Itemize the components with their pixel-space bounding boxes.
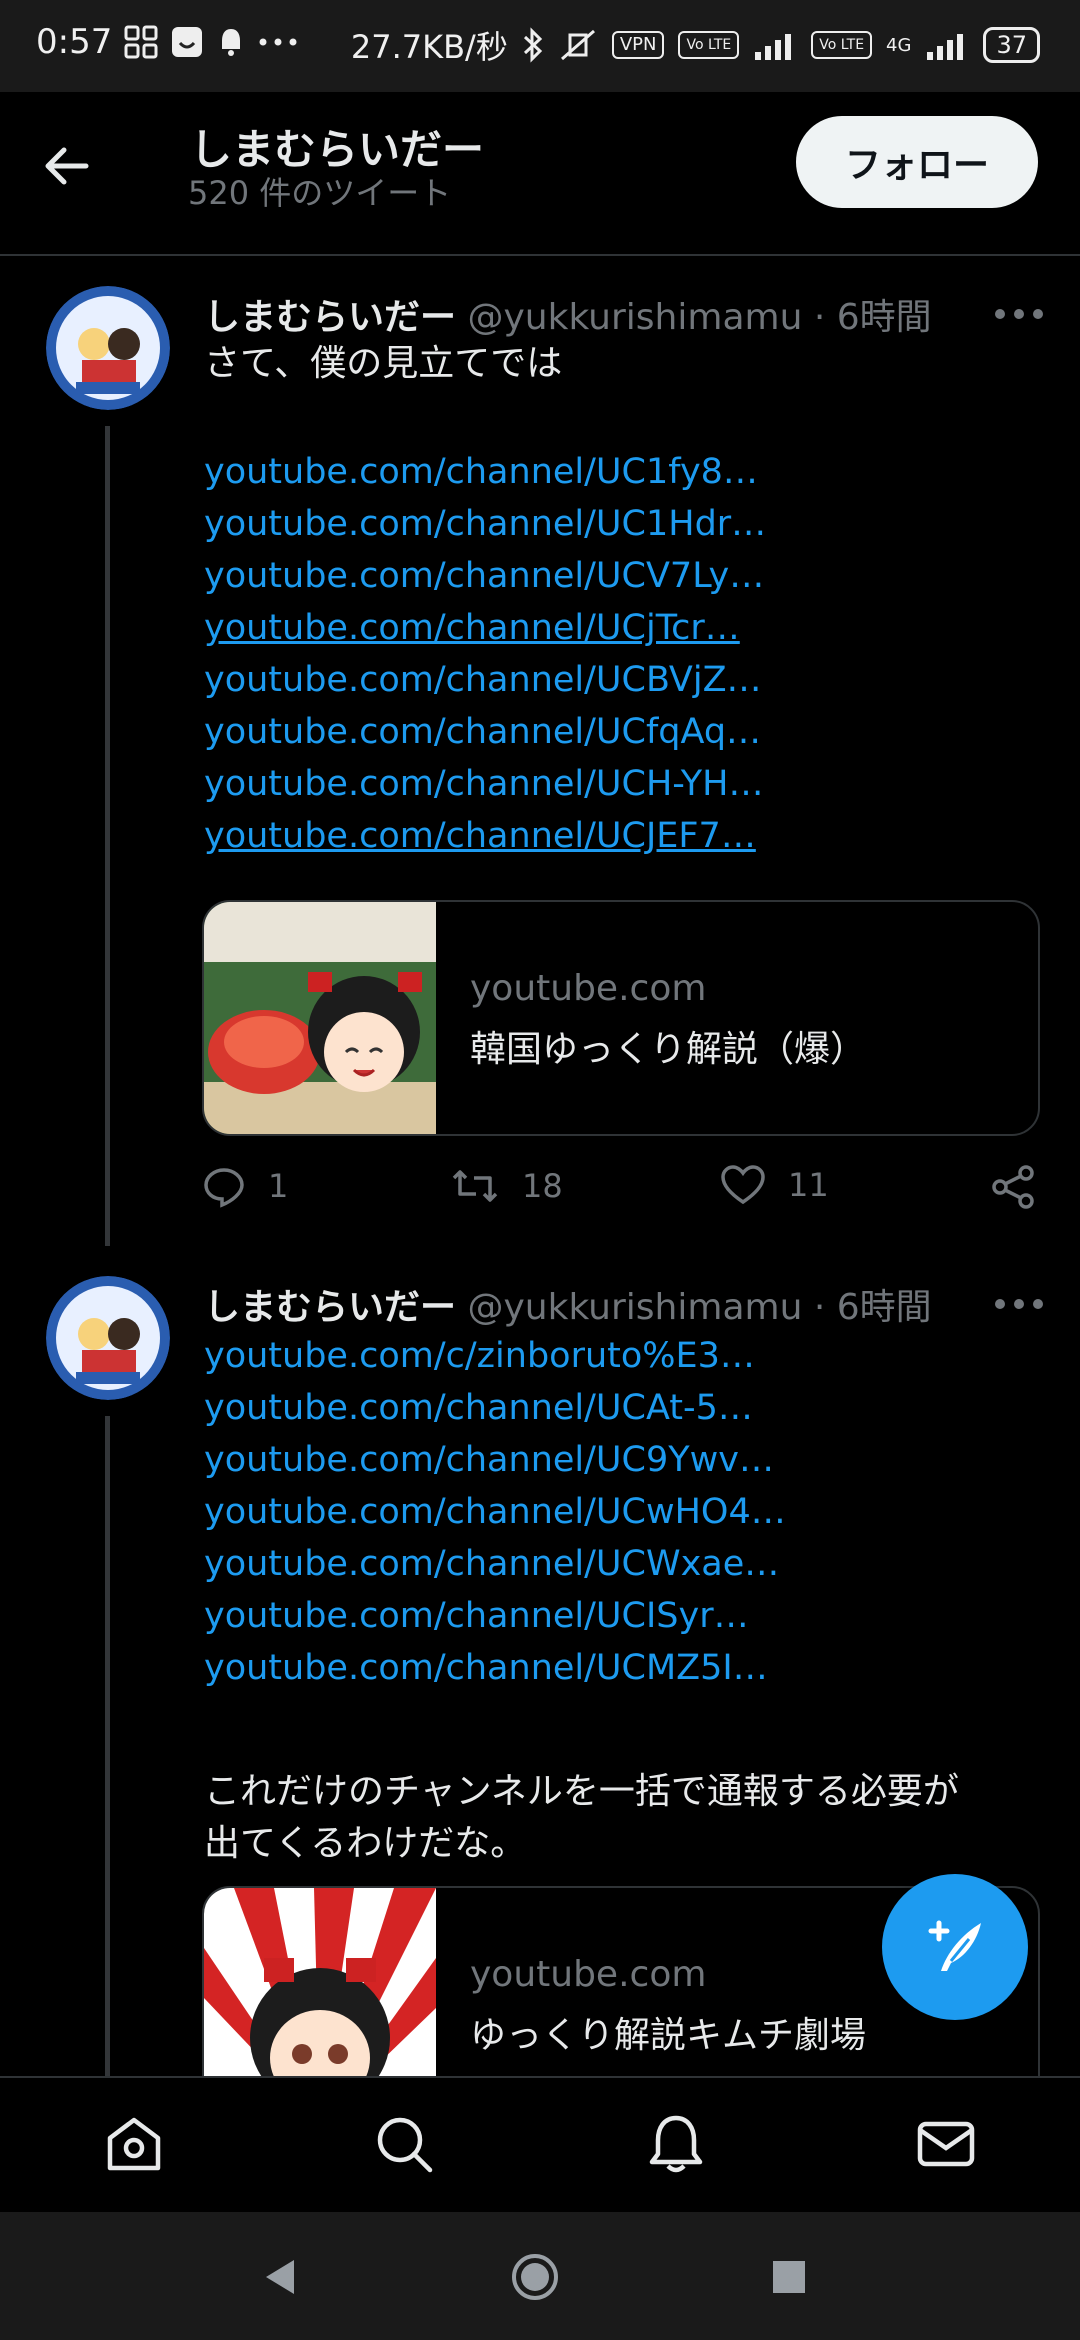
link-item[interactable]: youtube.com/channel/UCH-YH… — [204, 758, 1024, 810]
tweet-text-line: これだけのチャンネルを一括で通報する必要が — [204, 1771, 959, 1812]
thread-line — [105, 1416, 110, 2076]
link-list: youtube.com/c/zinboruto%E3… youtube.com/… — [204, 1330, 1024, 1694]
retweet-icon — [452, 1170, 498, 1202]
network-type: 4G — [886, 34, 912, 56]
link-list: youtube.com/channel/UC1fy8… youtube.com/… — [204, 446, 1024, 862]
tweet-actions: 1 18 11 — [202, 1164, 1038, 1224]
tweet-feed[interactable]: しまむらいだー @yukkurishimamu · 6時間 さて、僕の見立てでは… — [0, 256, 1080, 2076]
link-item[interactable]: youtube.com/c/zinboruto%E3… — [204, 1330, 1024, 1382]
more-status-icon — [259, 38, 297, 46]
link-item[interactable]: youtube.com/channel/UCMZ5I… — [204, 1642, 1024, 1694]
link-item[interactable]: youtube.com/channel/UCISyr… — [204, 1590, 1024, 1642]
link-item[interactable]: youtube.com/channel/UCWxae… — [204, 1538, 1024, 1590]
link-item[interactable]: youtube.com/channel/UCBVjZ… — [204, 654, 1024, 706]
tweet-count: 520 件のツイート — [188, 174, 452, 212]
signal-icon-1 — [755, 34, 792, 60]
card-thumbnail — [204, 902, 436, 1134]
reply-icon — [204, 1168, 244, 1208]
home-circle-icon[interactable] — [510, 2252, 560, 2302]
author-name[interactable]: しまむらいだー — [204, 297, 456, 338]
recents-square-icon[interactable] — [764, 2252, 814, 2302]
card-title: 韓国ゆっくり解説（爆） — [470, 1029, 867, 1070]
status-time: 0:57 — [36, 22, 113, 62]
thread-line — [105, 426, 110, 1246]
smile-app-icon — [172, 27, 203, 57]
heart-icon — [721, 1165, 765, 1205]
notifications-icon[interactable] — [644, 2112, 708, 2176]
like-button[interactable]: 11 — [720, 1164, 829, 1206]
link-item[interactable]: youtube.com/channel/UCwHO4… — [204, 1486, 1024, 1538]
home-icon[interactable] — [102, 2112, 166, 2176]
link-item[interactable]: youtube.com/channel/UCfqAq… — [204, 706, 1024, 758]
link-item[interactable]: youtube.com/channel/UCAt-5… — [204, 1382, 1024, 1434]
vpn-badge: VPN — [611, 31, 665, 59]
more-options-icon[interactable] — [992, 304, 1046, 324]
author-handle[interactable]: @yukkurishimamu — [467, 297, 802, 338]
status-bar: 0:57 27.7KB/秒 VPN Vo LTE Vo LTE 4G 37 — [0, 0, 1080, 92]
signal-icon-2 — [927, 34, 964, 60]
mute-vibrate-icon — [560, 29, 595, 61]
author-name[interactable]: しまむらいだー — [204, 1287, 456, 1328]
compose-tweet-button[interactable] — [882, 1874, 1028, 2020]
follow-button[interactable]: フォロー — [796, 116, 1038, 208]
share-button[interactable] — [990, 1164, 1036, 1210]
battery-indicator: 37 — [983, 27, 1040, 63]
retweet-button[interactable]: 18 — [450, 1164, 563, 1208]
link-item[interactable]: youtube.com/channel/UC1Hdr… — [204, 498, 1024, 550]
share-icon — [992, 1165, 1034, 1209]
retweet-count: 18 — [522, 1167, 563, 1205]
bell-status-icon — [222, 29, 241, 56]
card-domain: youtube.com — [470, 1954, 707, 1995]
separator-dot: · — [813, 1287, 826, 1328]
app-grid-icon — [124, 25, 158, 59]
tweet-text: さて、僕の見立てでは — [204, 343, 563, 384]
tweet-text-line: 出てくるわけだな。 — [204, 1823, 527, 1864]
back-arrow-icon[interactable] — [40, 138, 96, 194]
link-item[interactable]: youtube.com/channel/UCjTcr… — [204, 602, 1024, 654]
reply-button[interactable]: 1 — [202, 1164, 288, 1208]
author-handle[interactable]: @yukkurishimamu — [467, 1287, 802, 1328]
compose-tweet-icon — [928, 1920, 981, 1971]
card-title: ゆっくり解説キムチ劇場 — [470, 2015, 867, 2056]
link-item[interactable]: youtube.com/channel/UCJEF7… — [204, 810, 1024, 862]
more-options-icon[interactable] — [992, 1294, 1046, 1314]
card-thumbnail — [204, 1888, 436, 2076]
messages-icon[interactable] — [914, 2112, 978, 2176]
link-item[interactable]: youtube.com/channel/UC9Ywv… — [204, 1434, 1024, 1486]
tweet-text: これだけのチャンネルを一括で通報する必要が 出てくるわけだな。 — [204, 1766, 1024, 1870]
search-icon[interactable] — [372, 2112, 436, 2176]
like-count: 11 — [788, 1166, 829, 1204]
link-preview-card[interactable]: youtube.com 韓国ゆっくり解説（爆） — [202, 900, 1040, 1136]
network-speed: 27.7KB/秒 — [350, 28, 508, 66]
card-domain: youtube.com — [470, 968, 707, 1009]
tweet-header: しまむらいだー @yukkurishimamu · 6時間 — [204, 288, 932, 340]
volte-badge-2: Vo LTE — [811, 31, 873, 59]
system-navigation-bar — [0, 2212, 1080, 2340]
tweet-time: 6時間 — [836, 297, 932, 338]
avatar[interactable] — [46, 286, 170, 410]
back-triangle-icon[interactable] — [256, 2252, 306, 2302]
profile-header: しまむらいだー 520 件のツイート フォロー — [0, 92, 1080, 256]
reply-count: 1 — [268, 1167, 289, 1205]
bottom-navigation — [0, 2076, 1080, 2214]
link-item[interactable]: youtube.com/channel/UCV7Ly… — [204, 550, 1024, 602]
separator-dot: · — [813, 297, 826, 338]
tweet-header: しまむらいだー @yukkurishimamu · 6時間 — [204, 1278, 932, 1330]
tweet-1[interactable]: しまむらいだー @yukkurishimamu · 6時間 さて、僕の見立てでは… — [0, 256, 1080, 1246]
tweet-time: 6時間 — [836, 1287, 932, 1328]
volte-badge-1: Vo LTE — [678, 31, 740, 59]
bluetooth-icon — [523, 27, 543, 63]
avatar[interactable] — [46, 1276, 170, 1400]
link-item[interactable]: youtube.com/channel/UC1fy8… — [204, 446, 1024, 498]
